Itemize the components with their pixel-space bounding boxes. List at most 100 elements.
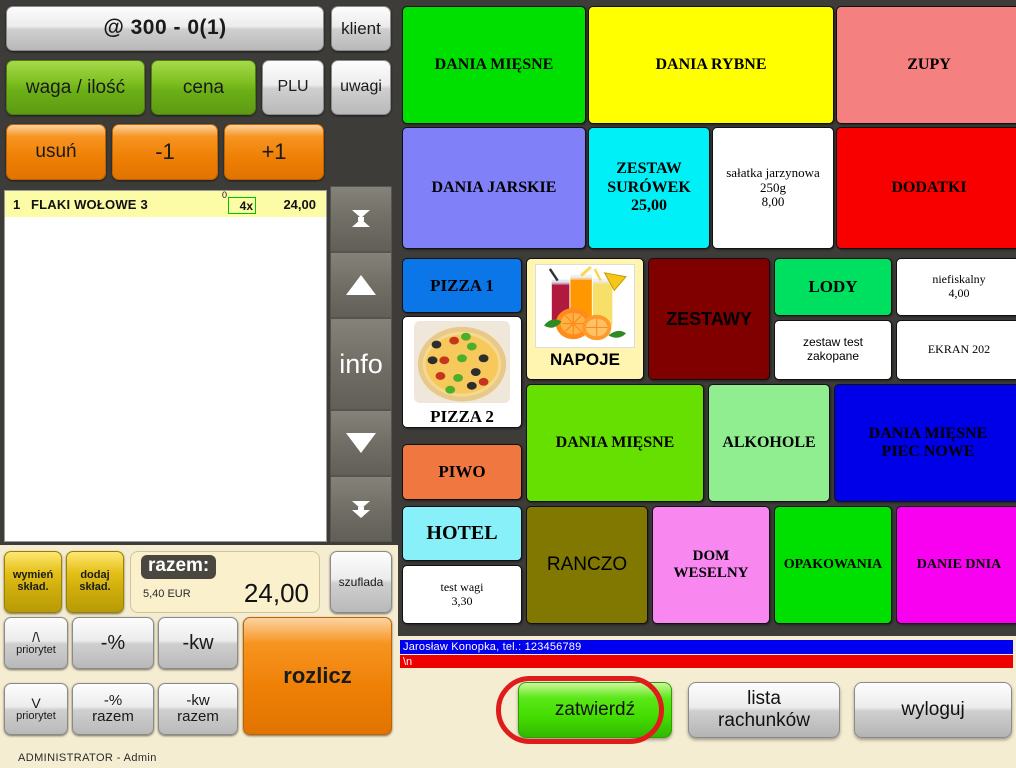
product-tile-label: 250g xyxy=(760,179,786,195)
product-tile-label: ZESTAW xyxy=(616,160,682,178)
zatwierdz-button[interactable]: zatwierdź xyxy=(518,682,672,738)
customer-info-bar: Jarosław Konopka, tel.: 123456789 xyxy=(400,640,1013,654)
receipt-row-name: FLAKI WOŁOWE 3 xyxy=(31,196,148,212)
pos-application: @ 300 - 0(1) klient waga / ilość cena PL… xyxy=(0,0,1016,768)
scroll-down-icon[interactable] xyxy=(330,410,392,476)
product-tile-hotel[interactable]: HOTEL xyxy=(402,506,522,561)
receipt-row-zero: 0 xyxy=(222,190,228,200)
info-button[interactable]: info xyxy=(330,318,392,410)
product-tile-label: sałatka jarzynowa xyxy=(726,164,820,180)
product-tile-label: HOTEL xyxy=(426,522,498,544)
wyloguj-button[interactable]: wyloguj xyxy=(854,682,1012,738)
product-tile-label: zakopane xyxy=(806,349,860,363)
priority-up-button[interactable]: /\ priorytet xyxy=(4,617,68,669)
usun-button[interactable]: usuń xyxy=(6,124,106,180)
discount-percent-total-line2: razem xyxy=(92,708,134,725)
product-tile-ekran-202[interactable]: EKRAN 202 xyxy=(896,320,1016,380)
product-tile-pizza-2[interactable]: PIZZA 2 xyxy=(402,316,522,428)
increment-button[interactable]: +1 xyxy=(224,124,324,180)
priority-down-label: priorytet xyxy=(16,709,56,722)
total-label: razem: xyxy=(141,555,217,579)
plu-button[interactable]: PLU xyxy=(262,60,324,115)
product-tile-dania-rybne[interactable]: DANIA RYBNE xyxy=(588,6,834,124)
product-tile-label: DANIA MIĘSNE xyxy=(434,55,554,73)
product-tile-label: DANIA MIĘSNE xyxy=(555,433,675,451)
total-amount: 24,00 xyxy=(243,578,309,608)
product-tile-label: ZUPY xyxy=(907,55,951,73)
waga-ilosc-button[interactable]: waga / ilość xyxy=(6,60,145,115)
product-tile-dom-weselny[interactable]: DOM WESELNY xyxy=(652,506,770,624)
wymien-line2: skład. xyxy=(17,581,49,593)
priority-down-button[interactable]: V priorytet xyxy=(4,683,68,735)
product-tile-label: DANIE DNIA xyxy=(916,556,1002,572)
message-info-bar: \n xyxy=(400,655,1013,668)
total-currency-secondary: 5,40 EUR xyxy=(143,588,191,600)
product-tile-test-wagi[interactable]: test wagi 3,30 xyxy=(402,565,522,624)
product-tile-salatka[interactable]: sałatka jarzynowa 250g 8,00 xyxy=(712,127,834,249)
decrement-button[interactable]: -1 xyxy=(112,124,218,180)
user-status-bar: ADMINISTRATOR - Admin xyxy=(0,748,398,768)
lista-rachunkow-button[interactable]: lista rachunków xyxy=(688,682,840,738)
product-tile-dania-miesne-1[interactable]: DANIA MIĘSNE xyxy=(402,6,586,124)
szuflada-button[interactable]: szuflada xyxy=(330,551,392,613)
discount-percent-total-button[interactable]: -% razem xyxy=(72,683,154,735)
product-tile-label: SURÓWEK xyxy=(607,178,691,196)
product-tile-piwo[interactable]: PIWO xyxy=(402,444,522,500)
priority-down-symbol: V xyxy=(31,694,41,711)
receipt-list[interactable]: 1 FLAKI WOŁOWE 3 0 4x 24,00 xyxy=(4,190,327,542)
product-tile-zupy[interactable]: ZUPY xyxy=(836,6,1016,124)
scroll-up-icon[interactable] xyxy=(330,252,392,318)
product-tile-label: niefiskalny xyxy=(932,272,986,287)
product-tile-opakowania[interactable]: OPAKOWANIA xyxy=(774,506,892,624)
uwagi-button[interactable]: uwagi xyxy=(331,60,391,115)
product-tile-label: DANIA RYBNE xyxy=(655,55,767,73)
receipt-nav-strip: info xyxy=(330,124,392,542)
discount-amount-button[interactable]: -kw xyxy=(158,617,238,669)
scroll-to-top-icon[interactable] xyxy=(330,186,392,252)
product-tile-niefiskalny[interactable]: niefiskalny 4,00 xyxy=(896,258,1016,316)
discount-amount-total-line1: -kw xyxy=(186,692,210,710)
discount-percent-button[interactable]: -% xyxy=(72,617,154,669)
product-tile-ranczo[interactable]: RANCZO xyxy=(526,506,648,624)
cena-button[interactable]: cena xyxy=(151,60,256,115)
product-tile-dania-miesne-piec[interactable]: DANIA MIĘSNE PIEC NOWE xyxy=(834,384,1016,502)
product-tile-label: OPAKOWANIA xyxy=(783,556,883,572)
product-tile-zestaw-test[interactable]: zestaw test zakopane xyxy=(774,320,892,380)
rozlicz-button[interactable]: rozlicz xyxy=(243,617,392,735)
scroll-to-bottom-icon[interactable] xyxy=(330,476,392,542)
product-tile-label: PIZZA 1 xyxy=(430,275,494,295)
product-tile-label: 4,00 xyxy=(948,286,970,300)
product-tile-label: RANCZO xyxy=(546,554,628,576)
product-tile-lody[interactable]: LODY xyxy=(774,258,892,316)
discount-percent-total-line1: -% xyxy=(103,692,123,710)
product-tile-label: PIWO xyxy=(438,462,486,482)
receipt-row-index: 1 xyxy=(13,196,21,212)
product-tile-label: EKRAN 202 xyxy=(927,342,991,357)
product-tile-label: NAPOJE xyxy=(550,350,620,369)
discount-amount-total-button[interactable]: -kw razem xyxy=(158,683,238,735)
product-tile-alkohole[interactable]: ALKOHOLE xyxy=(708,384,830,502)
priority-up-label: priorytet xyxy=(16,643,56,656)
product-tile-label: 3,30 xyxy=(451,593,473,608)
discount-amount-total-line2: razem xyxy=(177,708,219,725)
product-tile-label: 25,00 xyxy=(631,197,667,215)
wymien-sklad-button[interactable]: wymień skład. xyxy=(4,551,62,613)
receipt-row-quantity[interactable]: 4x xyxy=(228,197,256,214)
receipt-row[interactable]: 1 FLAKI WOŁOWE 3 0 4x 24,00 xyxy=(5,191,326,217)
product-tile-napoje[interactable]: NAPOJE xyxy=(526,258,644,380)
product-tile-dania-miesne-2[interactable]: DANIA MIĘSNE xyxy=(526,384,704,502)
product-tile-dodatki[interactable]: DODATKI xyxy=(836,127,1016,249)
product-tile-dania-jarskie[interactable]: DANIA JARSKIE xyxy=(402,127,586,249)
product-tile-zestawy[interactable]: ZESTAWY xyxy=(648,258,770,380)
product-tile-pizza-1[interactable]: PIZZA 1 xyxy=(402,258,522,313)
klient-button[interactable]: klient xyxy=(331,6,391,51)
dodaj-sklad-button[interactable]: dodaj skład. xyxy=(66,551,124,613)
table-selector-button[interactable]: @ 300 - 0(1) xyxy=(6,6,324,51)
product-tile-label: PIZZA 2 xyxy=(430,407,494,427)
bottom-bar: Jarosław Konopka, tel.: 123456789 \n zat… xyxy=(398,636,1016,768)
product-tile-zestaw-surowek[interactable]: ZESTAW SURÓWEK 25,00 xyxy=(588,127,710,249)
product-tile-label: DANIA MIĘSNE xyxy=(868,424,988,442)
product-tile-danie-dnia[interactable]: DANIE DNIA xyxy=(896,506,1016,624)
product-tile-label: LODY xyxy=(808,277,858,297)
product-tile-label: ZESTAWY xyxy=(666,308,752,329)
